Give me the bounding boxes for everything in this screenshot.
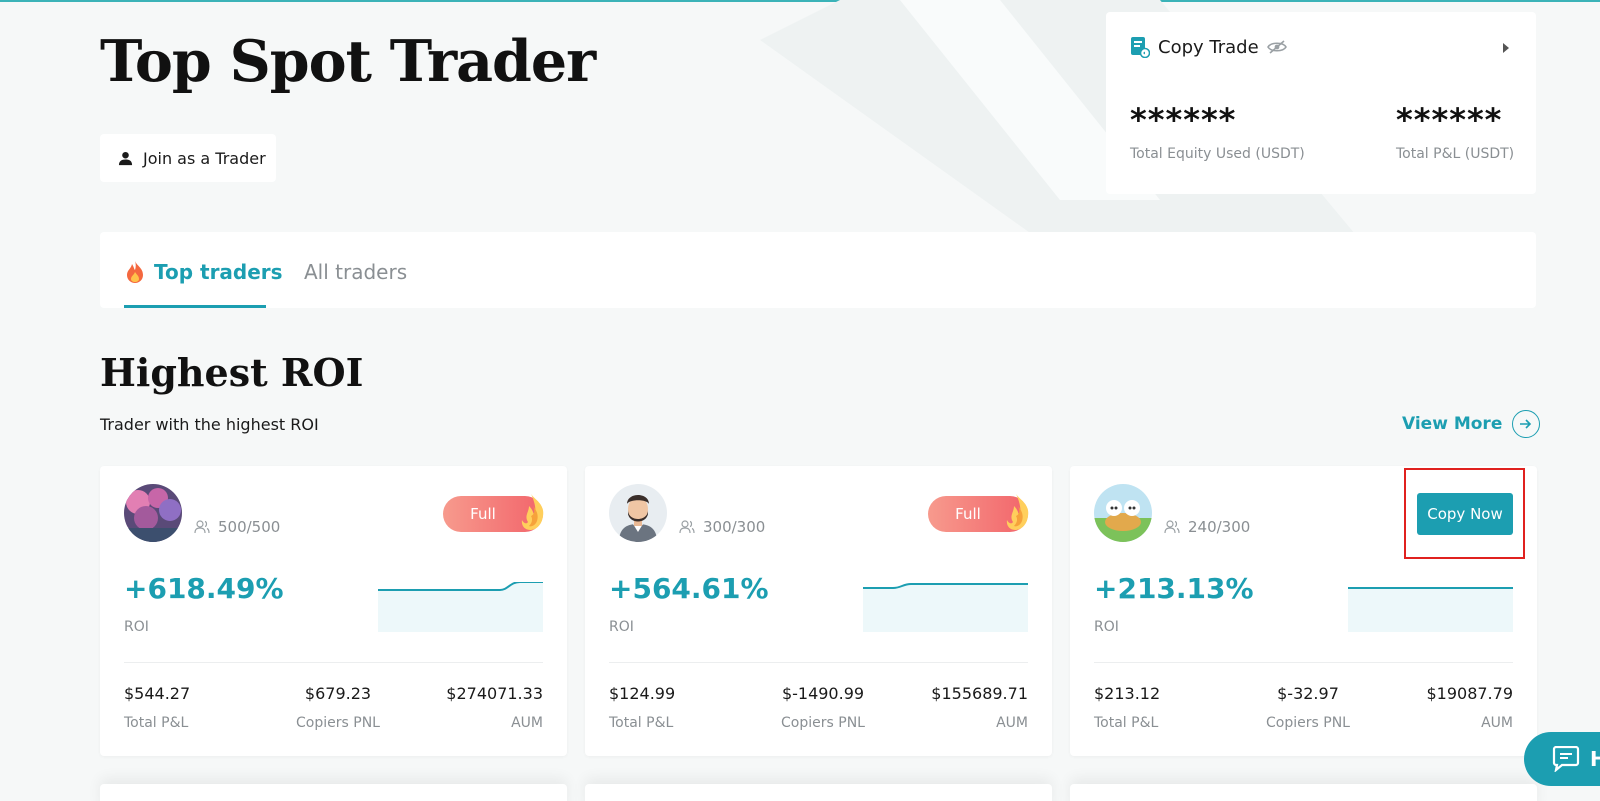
view-more-link[interactable]: View More [1402, 410, 1541, 438]
aum-value: $155689.71 [931, 684, 1028, 703]
copiers-pnl-metric: $-1490.99 Copiers PNL [763, 684, 883, 731]
tab-all-traders[interactable]: All traders [304, 260, 407, 284]
copiers-pnl-metric: $-32.97 Copiers PNL [1248, 684, 1368, 731]
total-pnl-label: Total P&L [124, 715, 189, 731]
total-pnl-value: $124.99 [609, 684, 676, 703]
roi-sparkline [378, 582, 543, 632]
total-pnl-metric: $124.99 Total P&L [609, 684, 675, 731]
aum-label: AUM [511, 715, 543, 731]
copy-trade-header: Copy Trade [1130, 36, 1287, 58]
roi-value: +213.13% [1094, 572, 1254, 605]
roi-label: ROI [609, 619, 634, 635]
tab-top-traders-label: Top traders [154, 260, 283, 284]
copiers-count-value: 240/300 [1188, 518, 1251, 536]
copiers-count: 300/300 [679, 518, 765, 536]
full-status-label: Full [955, 505, 981, 523]
trader-avatar [1094, 484, 1152, 542]
chat-icon [1552, 746, 1580, 772]
copiers-count-value: 300/300 [703, 518, 766, 536]
total-pnl-metric: $544.27 Total P&L [124, 684, 190, 731]
copiers-pnl-label: Copiers PNL [1266, 715, 1350, 731]
section-subtitle: Trader with the highest ROI [100, 415, 319, 434]
user-icon [118, 151, 133, 165]
copiers-pnl-metric: $679.23 Copiers PNL [278, 684, 398, 731]
total-pnl-stat: ****** Total P&L (USDT) [1396, 100, 1514, 162]
roi-value: +564.61% [609, 572, 769, 605]
users-icon [194, 520, 210, 534]
trader-card[interactable]: 240/300 Copy Now +213.13% ROI $213.12 To… [1070, 466, 1537, 756]
copy-trade-label: Copy Trade [1158, 36, 1259, 58]
copiers-pnl-label: Copiers PNL [296, 715, 380, 731]
users-icon [1164, 520, 1180, 534]
full-status-badge: Full [443, 494, 544, 532]
roi-label: ROI [124, 619, 149, 635]
eye-off-icon[interactable] [1266, 40, 1287, 54]
aum-value: $19087.79 [1426, 684, 1513, 703]
full-status-label: Full [470, 505, 496, 523]
active-tab-indicator [124, 305, 266, 308]
roi-sparkline [1348, 587, 1513, 632]
copiers-count: 240/300 [1164, 518, 1250, 536]
trader-avatar [609, 484, 667, 542]
aum-value: $274071.33 [446, 684, 543, 703]
copiers-count: 500/500 [194, 518, 280, 536]
join-as-trader-button[interactable]: Join as a Trader [100, 134, 276, 182]
total-pnl-value: $213.12 [1094, 684, 1161, 703]
total-equity-stat: ****** Total Equity Used (USDT) [1130, 100, 1305, 162]
card-divider [124, 662, 543, 663]
next-row-card [100, 784, 567, 801]
total-pnl-metric: $213.12 Total P&L [1094, 684, 1160, 731]
trader-avatar [124, 484, 182, 542]
total-pnl-label: Total P&L [1094, 715, 1159, 731]
flame-icon [521, 494, 544, 530]
total-pnl-value: $544.27 [124, 684, 191, 703]
total-equity-value: ****** [1130, 101, 1237, 139]
copiers-pnl-label: Copiers PNL [781, 715, 865, 731]
caret-right-icon[interactable] [1502, 42, 1510, 54]
help-chat-button[interactable]: H [1524, 732, 1600, 786]
users-icon [679, 520, 695, 534]
aum-metric: $274071.33 AUM [446, 684, 543, 731]
card-divider [1094, 662, 1513, 663]
tab-all-traders-label: All traders [304, 260, 408, 284]
aum-label: AUM [996, 715, 1028, 731]
full-status-badge: Full [928, 494, 1029, 532]
join-as-trader-label: Join as a Trader [143, 148, 266, 168]
aum-metric: $155689.71 AUM [931, 684, 1028, 731]
total-pnl-caption: Total P&L (USDT) [1396, 146, 1515, 162]
total-equity-caption: Total Equity Used (USDT) [1130, 146, 1305, 162]
copiers-pnl-value: $-32.97 [1277, 684, 1339, 703]
copiers-count-value: 500/500 [218, 518, 281, 536]
copiers-pnl-value: $-1490.99 [781, 684, 865, 703]
copiers-pnl-value: $679.23 [304, 684, 372, 703]
roi-label: ROI [1094, 619, 1119, 635]
total-pnl-label: Total P&L [609, 715, 674, 731]
fire-icon [127, 261, 143, 283]
flame-icon [1006, 494, 1029, 530]
arrow-right-circle-icon [1512, 410, 1541, 438]
copy-trade-panel: Copy Trade ****** Total Equity Used (USD… [1106, 12, 1536, 194]
trader-tabs: Top traders All traders [100, 232, 1536, 308]
trader-card[interactable]: 300/300 Full +564.61% ROI $124.99 Total … [585, 466, 1052, 756]
trader-card[interactable]: 500/500 Full +618.49% ROI $544.27 Total … [100, 466, 567, 756]
roi-sparkline [863, 583, 1028, 632]
next-row-card [585, 784, 1052, 801]
view-more-label: View More [1402, 414, 1503, 434]
total-pnl-value: ****** [1396, 101, 1503, 139]
page-title: Top Spot Trader [100, 28, 596, 95]
next-row-card [1070, 784, 1537, 801]
copy-trade-icon [1131, 37, 1150, 58]
tab-top-traders[interactable]: Top traders [124, 260, 283, 284]
card-divider [609, 662, 1028, 663]
section-title: Highest ROI [100, 350, 364, 395]
top-accent-line [0, 0, 1600, 2]
roi-value: +618.49% [124, 572, 284, 605]
aum-label: AUM [1481, 715, 1513, 731]
copy-now-button[interactable]: Copy Now [1417, 493, 1513, 535]
aum-metric: $19087.79 AUM [1426, 684, 1513, 731]
help-label: H [1590, 747, 1600, 771]
